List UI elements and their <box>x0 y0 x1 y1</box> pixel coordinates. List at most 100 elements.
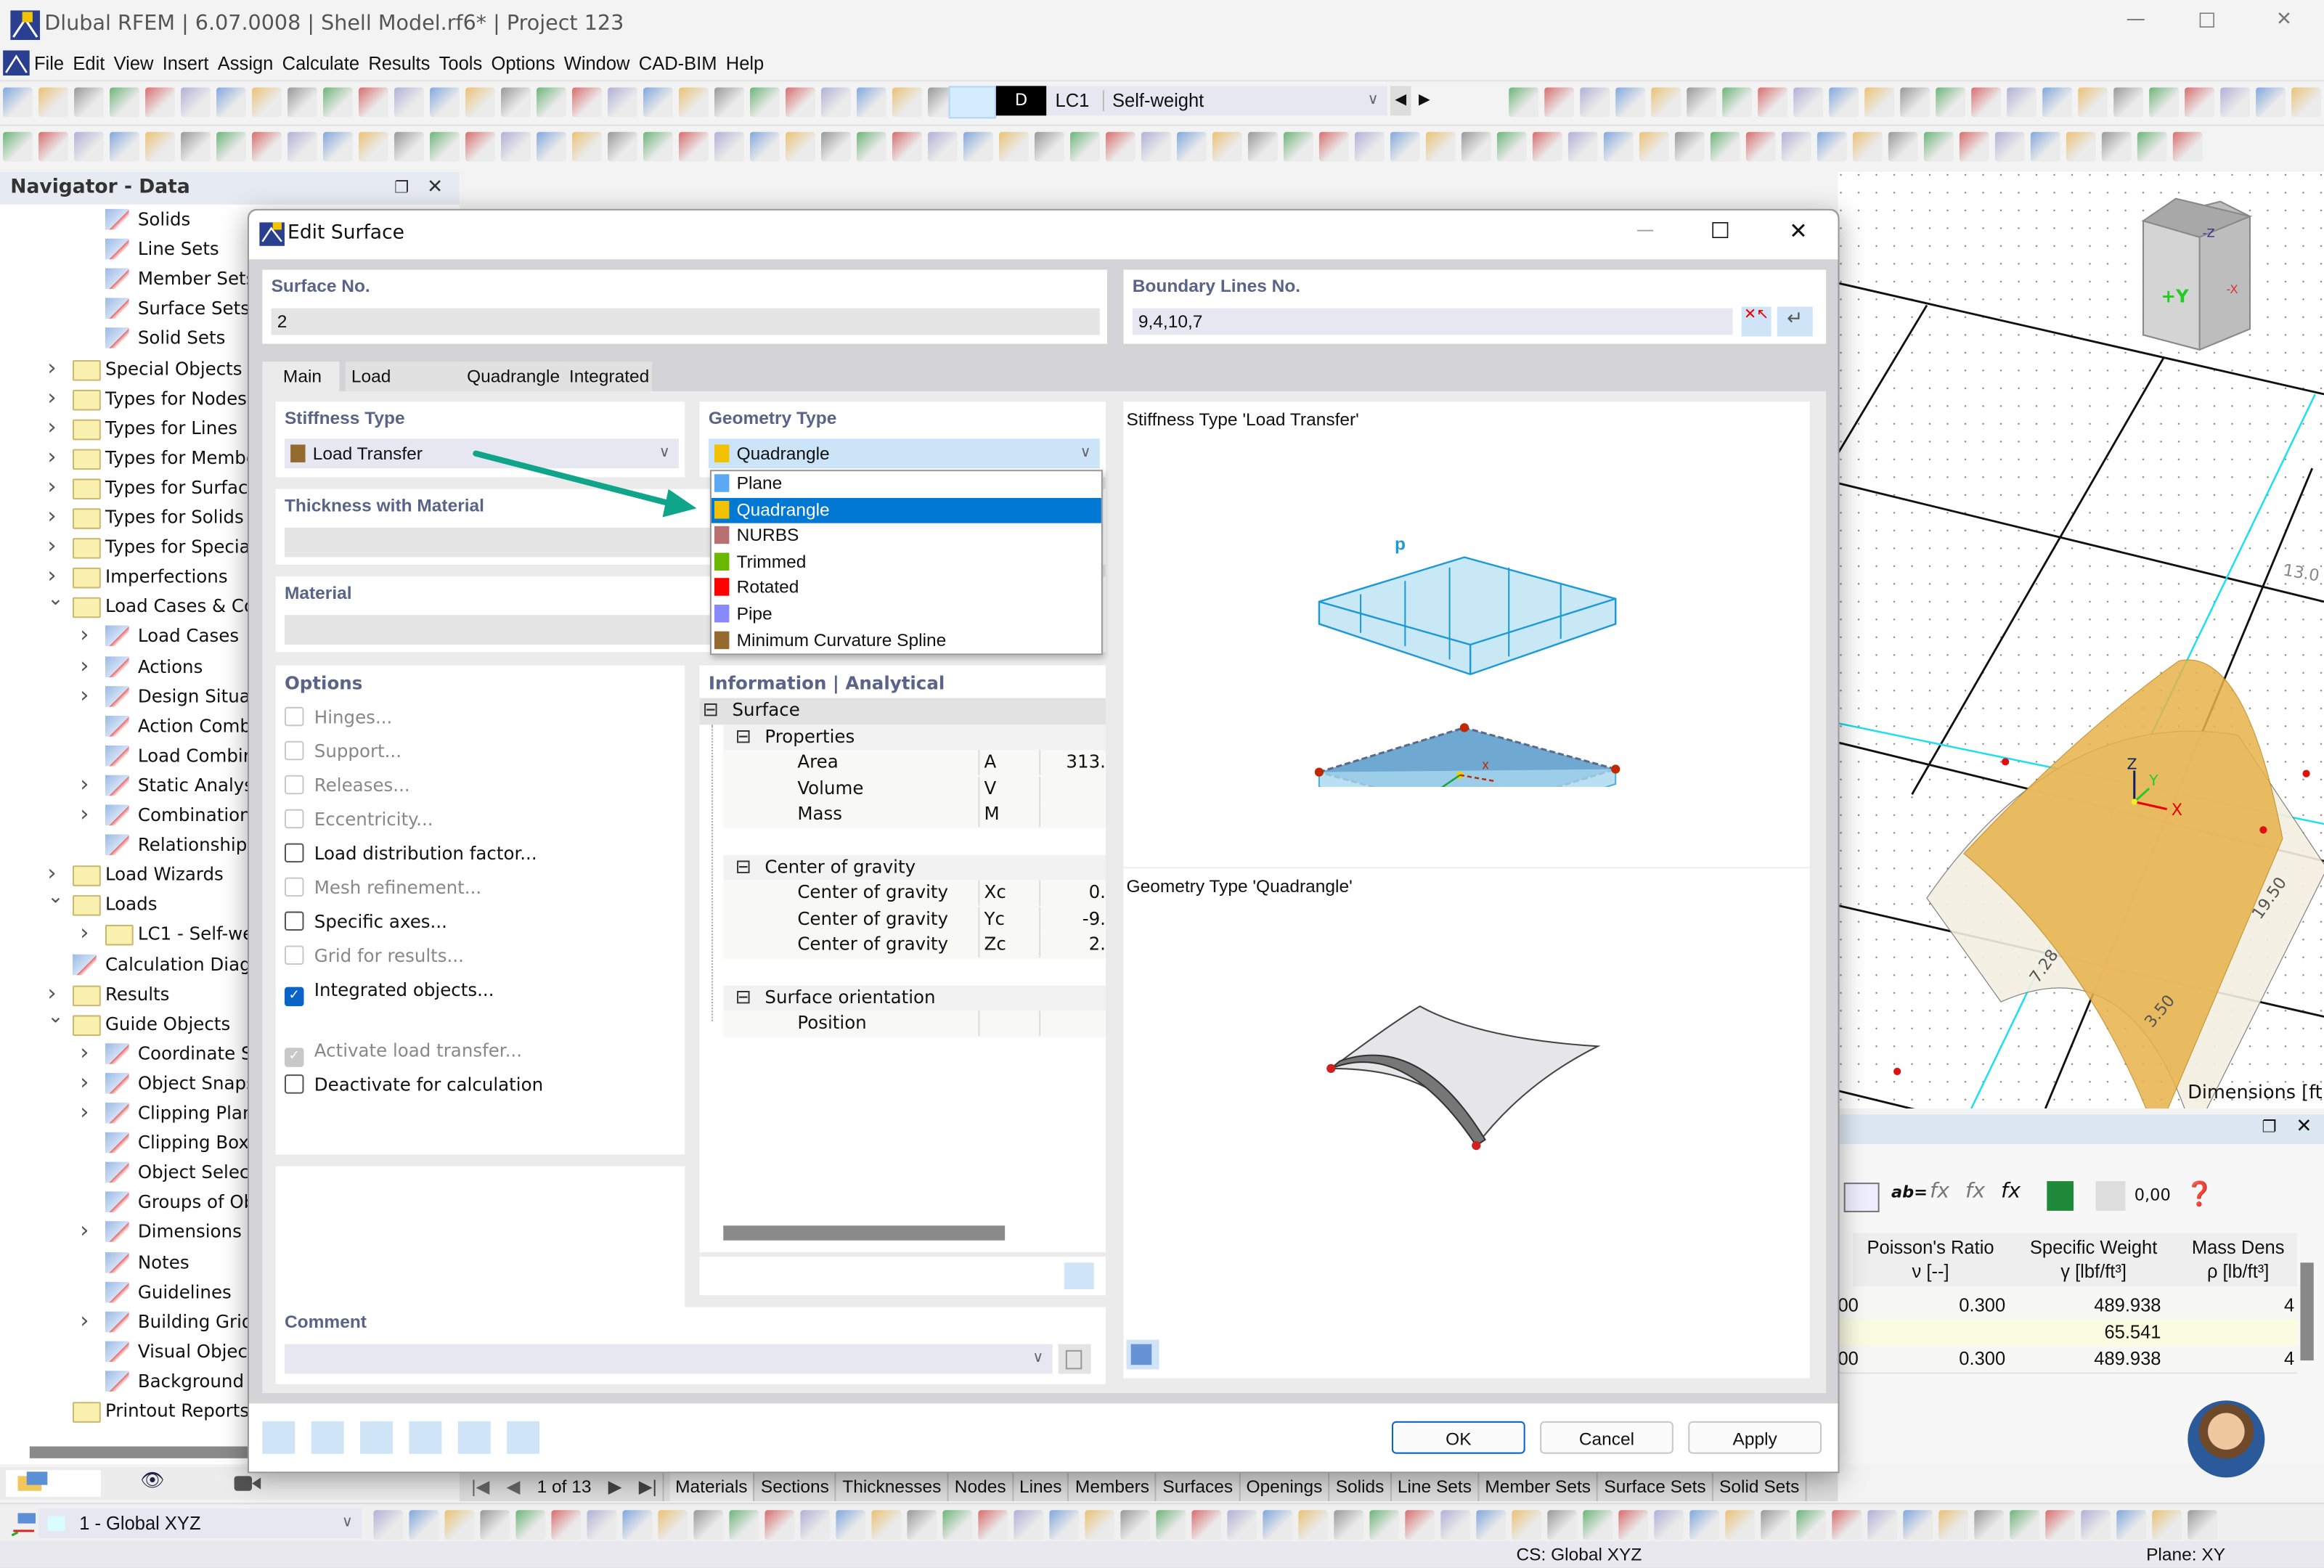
toolbar-tool-3-icon[interactable] <box>444 1510 475 1540</box>
toolbar-tool-52-icon[interactable] <box>2188 1510 2218 1540</box>
table-tab-openings[interactable]: Openings <box>1240 1471 1330 1502</box>
table-view-icon[interactable] <box>430 87 460 118</box>
toolbar-tool-45-icon[interactable] <box>2113 87 2144 118</box>
toolbar-tool-15-icon[interactable] <box>871 1510 902 1540</box>
table-tab-materials[interactable]: Materials <box>669 1471 755 1502</box>
navigator-icon[interactable] <box>394 87 424 118</box>
3d-viewport[interactable]: X Z Y 13.0 19.50 7.28 3.50 Dimensions [f… <box>1838 171 2324 1109</box>
navigator-data-tab[interactable] <box>6 1470 101 1497</box>
coordinate-system-select[interactable]: 1 - Global XYZ ∨ <box>38 1508 362 1539</box>
toolbar-tool-6-icon[interactable] <box>181 131 211 162</box>
toolbar-tool-50-icon[interactable] <box>2116 1510 2147 1540</box>
table-view-icon[interactable] <box>1843 1183 1880 1212</box>
toolbar-tool-11-icon[interactable] <box>729 1510 759 1540</box>
chevron-right-icon[interactable]: › <box>47 471 62 501</box>
toolbar-tool-48-icon[interactable] <box>2045 1510 2076 1540</box>
help-icon[interactable] <box>262 1421 295 1454</box>
toolbar-tool-13-icon[interactable] <box>430 131 460 162</box>
toolbar-tool-5-icon[interactable] <box>515 1510 546 1540</box>
toolbar-tool-33-icon[interactable] <box>1141 131 1171 162</box>
table-tab-line-sets[interactable]: Line Sets <box>1392 1471 1480 1502</box>
toolbar-tool-19-icon[interactable] <box>1014 1510 1044 1540</box>
menu-options[interactable]: Options <box>486 50 559 77</box>
toolbar-tool-58-icon[interactable] <box>2030 131 2060 162</box>
toolbar-tool-46-icon[interactable] <box>1603 131 1634 162</box>
toolbar-tool-38-icon[interactable] <box>1864 87 1895 118</box>
help-icon[interactable]: ❓ <box>2185 1180 2214 1208</box>
checkbox[interactable] <box>284 843 304 863</box>
toolbar-tool-33-icon[interactable] <box>1512 1510 1542 1540</box>
menu-edit[interactable]: Edit <box>68 50 109 77</box>
toolbar-tool-57-icon[interactable] <box>1994 131 2025 162</box>
toolbar-tool-29-icon[interactable] <box>1369 1510 1400 1540</box>
load-case-select[interactable]: LC1 Self-weight ∨ <box>1046 86 1387 116</box>
select-icon[interactable] <box>2095 1181 2126 1211</box>
geometry-option-pipe[interactable]: Pipe <box>712 602 1101 628</box>
toolbar-tool-25-icon[interactable] <box>856 131 886 162</box>
chevron-right-icon[interactable]: › <box>80 1097 94 1127</box>
cancel-button[interactable]: Cancel <box>1540 1421 1673 1454</box>
toolbar-tool-15-icon[interactable] <box>501 131 531 162</box>
toolbar-tool-44-icon[interactable] <box>2078 87 2108 118</box>
chevron-down-icon[interactable]: ⌄ <box>47 883 63 913</box>
color-legend-icon[interactable] <box>360 1421 393 1454</box>
toolbar-tool-19-icon[interactable] <box>643 131 673 162</box>
toolbar-tool-27-icon[interactable] <box>927 131 958 162</box>
toolbar-tool-34-icon[interactable] <box>1176 131 1207 162</box>
toolbar-tool-48-icon[interactable] <box>1674 131 1705 162</box>
toolbar-tool-44-icon[interactable] <box>1903 1510 1933 1540</box>
tree-group-row[interactable]: ⊟ Properties <box>723 724 1106 751</box>
toolbar-tool-47-icon[interactable] <box>2010 1510 2040 1540</box>
chevron-right-icon[interactable]: › <box>47 352 62 382</box>
pick-lines-button[interactable]: ✕↖ <box>1741 306 1771 337</box>
units-icon[interactable] <box>311 1421 344 1454</box>
toolbar-tool-46-icon[interactable] <box>1974 1510 2005 1540</box>
geometry-option-trimmed[interactable]: Trimmed <box>712 550 1101 576</box>
chevron-right-icon[interactable]: › <box>80 799 94 828</box>
user-avatar[interactable] <box>2188 1400 2265 1478</box>
tab-load-transfer[interactable]: Load Transfer <box>345 362 461 417</box>
menu-window[interactable]: Window <box>560 50 635 77</box>
toolbar-tool-36-icon[interactable] <box>1793 87 1824 118</box>
toolbar-tool-49-icon[interactable] <box>2081 1510 2111 1540</box>
toolbar-tool-8-icon[interactable] <box>252 131 282 162</box>
menu-insert[interactable]: Insert <box>158 50 213 77</box>
tree-group-row[interactable]: ⊟ Surface <box>699 698 1106 724</box>
chevron-right-icon[interactable]: › <box>47 501 62 531</box>
last-page-button[interactable]: ▶| <box>633 1471 665 1502</box>
redo-icon[interactable] <box>359 87 388 118</box>
toolbar-tool-26-icon[interactable] <box>1263 1510 1293 1540</box>
toolbar-tool-23-icon[interactable] <box>785 131 815 162</box>
option-specific-axes[interactable]: Specific axes... <box>284 908 447 935</box>
toolbar-tool-24-icon[interactable] <box>820 87 851 118</box>
chevron-right-icon[interactable]: › <box>80 650 94 679</box>
toolbar-tool-32-icon[interactable] <box>1476 1510 1506 1540</box>
table-row[interactable]: 00 0.300 489.938 4 <box>1838 1345 2298 1374</box>
select-filter-icon[interactable] <box>608 87 637 118</box>
surface-no-input[interactable]: 2 <box>271 308 1100 335</box>
script-icon[interactable] <box>501 87 531 118</box>
next-page-button[interactable]: ▶ <box>603 1471 628 1501</box>
toolbar-tool-36-icon[interactable] <box>1247 131 1278 162</box>
tab-quadrangle[interactable]: Quadrangle <box>460 362 563 391</box>
table-float-button[interactable]: ❐ <box>2262 1117 2276 1137</box>
menu-file[interactable]: File <box>30 50 68 77</box>
toolbar-tool-30-icon[interactable] <box>1580 87 1610 118</box>
toolbar-tool-3-icon[interactable] <box>74 131 104 162</box>
toolbar-tool-41-icon[interactable] <box>1425 131 1456 162</box>
decimal-places-icon[interactable]: 0,00 <box>2135 1185 2171 1205</box>
toolbar-tool-43-icon[interactable] <box>1496 131 1527 162</box>
toolbar-tool-14-icon[interactable] <box>836 1510 866 1540</box>
toolbar-tool-49-icon[interactable] <box>2256 87 2286 118</box>
toolbar-tool-21-icon[interactable] <box>714 131 744 162</box>
table-tab-thicknesses[interactable]: Thicknesses <box>836 1471 949 1502</box>
chevron-right-icon[interactable]: › <box>47 531 62 560</box>
table-tab-member-sets[interactable]: Member Sets <box>1479 1471 1599 1502</box>
chevron-right-icon[interactable]: › <box>80 1216 94 1246</box>
geometry-option-plane[interactable]: Plane <box>712 471 1101 497</box>
toolbar-tool-37-icon[interactable] <box>1283 131 1313 162</box>
checkbox[interactable]: ✓ <box>284 987 304 1007</box>
preview-sync-button[interactable] <box>1126 1339 1159 1370</box>
view-cube[interactable]: +Y -Z -X <box>2141 197 2253 351</box>
navigator-float-button[interactable]: ❐ <box>394 172 409 205</box>
